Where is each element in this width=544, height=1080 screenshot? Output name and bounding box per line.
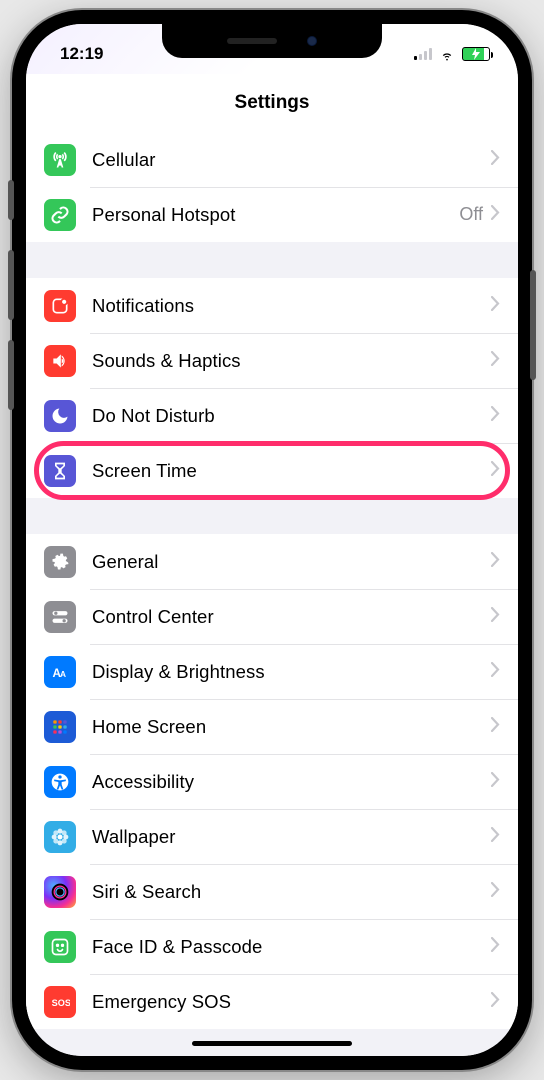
row-label: General (92, 551, 491, 573)
chevron-right-icon (491, 351, 500, 371)
volume-down-button (8, 340, 14, 410)
wifi-icon (438, 47, 456, 61)
row-dnd[interactable]: Do Not Disturb (26, 388, 518, 443)
row-hotspot[interactable]: Personal HotspotOff (26, 187, 518, 242)
row-controlcenter[interactable]: Control Center (26, 589, 518, 644)
chevron-right-icon (491, 992, 500, 1012)
notch (162, 24, 382, 58)
chevron-right-icon (491, 937, 500, 957)
chevron-right-icon (491, 717, 500, 737)
screen: 12:19 Settings Cellular Personal HotspotO… (26, 24, 518, 1056)
mute-switch (8, 180, 14, 220)
settings-group: General Control Center AA Display & Brightn… (26, 534, 518, 1029)
speaker-icon (44, 345, 76, 377)
aa-icon: AA (44, 656, 76, 688)
row-label: Emergency SOS (92, 991, 491, 1013)
phone-frame: 12:19 Settings Cellular Personal HotspotO… (12, 10, 532, 1070)
row-faceid[interactable]: Face ID & Passcode (26, 919, 518, 974)
face-icon (44, 931, 76, 963)
row-general[interactable]: General (26, 534, 518, 589)
flower-icon (44, 821, 76, 853)
notif-icon (44, 290, 76, 322)
row-notifications[interactable]: Notifications (26, 278, 518, 333)
home-indicator[interactable] (192, 1041, 352, 1046)
sos-icon: SOS (44, 986, 76, 1018)
chevron-right-icon (491, 662, 500, 682)
row-label: Notifications (92, 295, 491, 317)
row-accessibility[interactable]: Accessibility (26, 754, 518, 809)
status-time: 12:19 (60, 44, 103, 64)
row-label: Accessibility (92, 771, 491, 793)
row-value: Off (459, 204, 483, 225)
row-label: Screen Time (92, 460, 491, 482)
chevron-right-icon (491, 552, 500, 572)
row-cellular[interactable]: Cellular (26, 132, 518, 187)
moon-icon (44, 400, 76, 432)
svg-text:SOS: SOS (52, 998, 70, 1008)
row-label: Siri & Search (92, 881, 491, 903)
settings-group: Notifications Sounds & Haptics Do Not Dist… (26, 278, 518, 498)
chevron-right-icon (491, 827, 500, 847)
siri-icon (44, 876, 76, 908)
row-label: Cellular (92, 149, 491, 171)
antenna-icon (44, 144, 76, 176)
chevron-right-icon (491, 607, 500, 627)
chevron-right-icon (491, 882, 500, 902)
row-label: Wallpaper (92, 826, 491, 848)
row-screentime[interactable]: Screen Time (26, 443, 518, 498)
power-button (530, 270, 536, 380)
settings-group: Cellular Personal HotspotOff (26, 132, 518, 242)
row-label: Home Screen (92, 716, 491, 738)
chevron-right-icon (491, 461, 500, 481)
row-label: Face ID & Passcode (92, 936, 491, 958)
switches-icon (44, 601, 76, 633)
cellular-signal-icon (414, 48, 432, 60)
hourglass-icon (44, 455, 76, 487)
row-label: Control Center (92, 606, 491, 628)
link-icon (44, 199, 76, 231)
row-sounds[interactable]: Sounds & Haptics (26, 333, 518, 388)
volume-up-button (8, 250, 14, 320)
battery-icon (462, 47, 490, 61)
row-label: Do Not Disturb (92, 405, 491, 427)
access-icon (44, 766, 76, 798)
row-display[interactable]: AA Display & Brightness (26, 644, 518, 699)
svg-text:A: A (60, 669, 66, 679)
row-label: Sounds & Haptics (92, 350, 491, 372)
chevron-right-icon (491, 150, 500, 170)
gear-icon (44, 546, 76, 578)
grid-icon (44, 711, 76, 743)
chevron-right-icon (491, 406, 500, 426)
settings-list[interactable]: Cellular Personal HotspotOff Notifications… (26, 132, 518, 1056)
row-homescreen[interactable]: Home Screen (26, 699, 518, 754)
row-wallpaper[interactable]: Wallpaper (26, 809, 518, 864)
chevron-right-icon (491, 296, 500, 316)
row-label: Display & Brightness (92, 661, 491, 683)
row-sos[interactable]: SOS Emergency SOS (26, 974, 518, 1029)
row-label: Personal Hotspot (92, 204, 459, 226)
page-title: Settings (26, 74, 518, 132)
chevron-right-icon (491, 772, 500, 792)
row-siri[interactable]: Siri & Search (26, 864, 518, 919)
chevron-right-icon (491, 205, 500, 225)
